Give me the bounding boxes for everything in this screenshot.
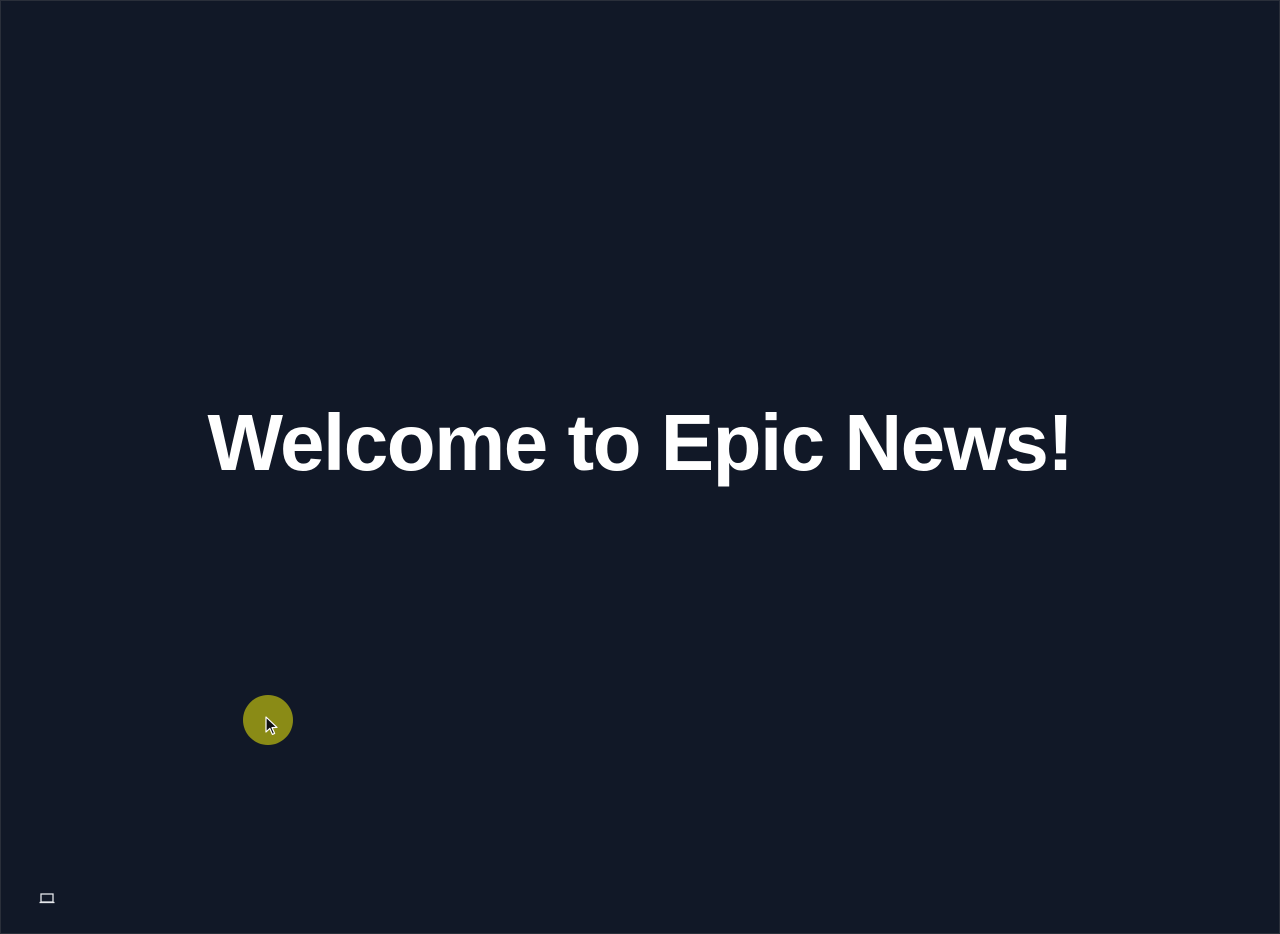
hero-section: Welcome to Epic News! xyxy=(0,395,1280,491)
device-toggle-button[interactable] xyxy=(38,890,56,906)
page-heading: Welcome to Epic News! xyxy=(207,398,1074,487)
mouse-pointer-icon xyxy=(265,716,278,735)
laptop-icon xyxy=(39,893,55,904)
